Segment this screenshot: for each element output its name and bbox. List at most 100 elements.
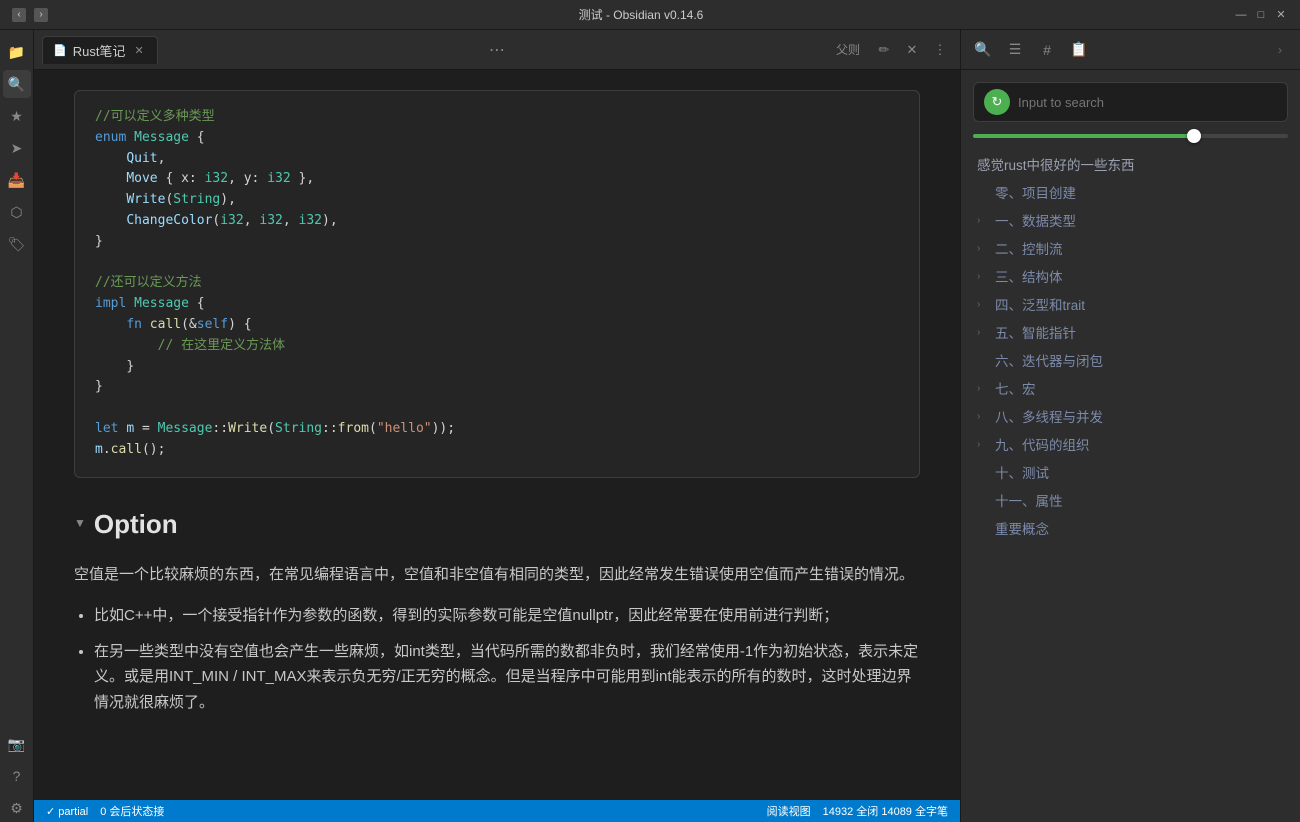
toc-area: 感觉rust中很好的一些东西 零、项目创建 › 一、数据类型 › 二、控制流 ›…	[961, 146, 1300, 822]
right-search-icon[interactable]: 🔍	[969, 36, 997, 64]
status-word-count: 14932 全闭 14089 全字笔	[823, 803, 948, 819]
tab-bar: 📄 Rust笔记 ✕ ⋯ 父则 ✏ ✕ ⋮	[34, 30, 960, 70]
toc-item-11[interactable]: 十一、属性	[961, 486, 1300, 514]
more-options-icon[interactable]: ⋮	[928, 38, 952, 62]
toc-arrow-placeholder	[977, 187, 989, 198]
toc-item-9[interactable]: › 九、代码的组织	[961, 430, 1300, 458]
toc-arrow-3: ›	[977, 271, 989, 282]
toc-arrow-8: ›	[977, 411, 989, 422]
minimize-button[interactable]: —	[1234, 8, 1248, 22]
editor-pane: 📄 Rust笔记 ✕ ⋯ 父则 ✏ ✕ ⋮ //可以定义多种类型 enum Me…	[34, 30, 960, 822]
toc-arrow-placeholder-10	[977, 467, 989, 478]
right-expand-button[interactable]: ›	[1268, 38, 1292, 62]
status-bar: ✓ partial 0 会后状态接 阅读视图 14932 全闭 14089 全字…	[34, 800, 960, 822]
toc-arrow-placeholder-12	[977, 523, 989, 534]
toc-item-10[interactable]: 十、测试	[961, 458, 1300, 486]
search-input[interactable]	[1018, 95, 1277, 110]
toc-item-0[interactable]: 零、项目创建	[961, 178, 1300, 206]
code-quit: Quit	[126, 151, 157, 166]
toc-label-2: 二、控制流	[995, 238, 1063, 258]
toc-label-3: 三、结构体	[995, 266, 1063, 286]
tab-title: Rust笔记	[73, 41, 126, 60]
tab-more-button[interactable]: ⋯	[485, 38, 509, 62]
right-hash-icon[interactable]: #	[1033, 36, 1061, 64]
code-move: Move	[126, 171, 157, 186]
tab-doc-icon: 📄	[53, 44, 67, 57]
toc-arrow-7: ›	[977, 383, 989, 394]
toc-arrow-9: ›	[977, 439, 989, 450]
sidebar-icon-tag[interactable]: 🏷	[3, 230, 31, 258]
toc-item-6[interactable]: 六、迭代器与闭包	[961, 346, 1300, 374]
toc-item-2[interactable]: › 二、控制流	[961, 234, 1300, 262]
list-item-cpp: 比如C++中，一个接受指针作为参数的函数，得到的实际参数可能是空值nullptr…	[94, 603, 920, 629]
toc-item-8[interactable]: › 八、多线程与并发	[961, 402, 1300, 430]
status-read-mode[interactable]: 阅读视图	[767, 803, 811, 819]
slider-thumb[interactable]	[1187, 129, 1201, 143]
content-area[interactable]: //可以定义多种类型 enum Message { Quit, Move { x…	[34, 70, 960, 800]
toc-label-11: 十一、属性	[995, 490, 1063, 510]
sidebar-icon-search[interactable]: 🔍	[3, 70, 31, 98]
sidebar-icon-files[interactable]: 📁	[3, 38, 31, 66]
option-heading: Option	[94, 502, 178, 546]
toc-item-12[interactable]: 重要概念	[961, 514, 1300, 542]
title-bar: ‹ › 测试 - Obsidian v0.14.6 — □ ✕	[0, 0, 1300, 30]
toc-label-5: 五、智能指针	[995, 322, 1076, 342]
search-area: ↻	[961, 70, 1300, 130]
toc-label-6: 六、迭代器与闭包	[995, 350, 1103, 370]
back-button[interactable]: ‹	[12, 8, 26, 22]
edit-icon[interactable]: ✏	[872, 38, 896, 62]
close-button[interactable]: ✕	[1274, 8, 1288, 22]
toc-item-7[interactable]: › 七、宏	[961, 374, 1300, 402]
toc-label-4: 四、泛型和trait	[995, 294, 1085, 314]
right-list-icon[interactable]: ☰	[1001, 36, 1029, 64]
maximize-button[interactable]: □	[1254, 8, 1268, 22]
title-bar-left: ‹ ›	[12, 8, 48, 22]
code-block: //可以定义多种类型 enum Message { Quit, Move { x…	[74, 90, 920, 478]
sidebar-icon-question[interactable]: ?	[3, 762, 31, 790]
code-comment-2: //还可以定义方法	[95, 275, 202, 290]
code-comment-1: //可以定义多种类型	[95, 109, 215, 124]
toc-label-8: 八、多线程与并发	[995, 406, 1103, 426]
sidebar-icon-camera[interactable]: 📷	[3, 730, 31, 758]
option-list: 比如C++中，一个接受指针作为参数的函数，得到的实际参数可能是空值nullptr…	[94, 603, 920, 715]
search-box: ↻	[973, 82, 1288, 122]
tab-close-button[interactable]: ✕	[131, 43, 146, 58]
app-body: 📁 🔍 ★ ➤ 📥 ⬡ 🏷 📷 ? ⚙ 📄 Rust笔记 ✕ ⋯ 父则 ✏ ✕ …	[0, 30, 1300, 822]
sidebar-icon-starred[interactable]: ★	[3, 102, 31, 130]
toc-arrow-placeholder-6	[977, 355, 989, 366]
forward-button[interactable]: ›	[34, 8, 48, 22]
slider-area	[961, 130, 1300, 146]
code-write: Write	[126, 192, 165, 207]
sidebar-icon-graph[interactable]: ⬡	[3, 198, 31, 226]
toolbar-label: 父则	[836, 41, 860, 58]
option-section-header: ▼ Option	[74, 502, 920, 546]
toc-label-9: 九、代码的组织	[995, 434, 1090, 454]
toc-label-7: 七、宏	[995, 378, 1036, 398]
code-enum-name: Message	[134, 130, 189, 145]
sidebar-icon-inbox[interactable]: 📥	[3, 166, 31, 194]
right-doc-icon[interactable]: 📋	[1065, 36, 1093, 64]
window-controls: — □ ✕	[1234, 8, 1288, 22]
toc-arrow-1: ›	[977, 215, 989, 226]
option-intro: 空值是一个比较麻烦的东西，在常见编程语言中，空值和非空值有相同的类型，因此经常发…	[74, 562, 920, 588]
sidebar-icon-send[interactable]: ➤	[3, 134, 31, 162]
sidebar-icons: 📁 🔍 ★ ➤ 📥 ⬡ 🏷 📷 ? ⚙	[0, 30, 34, 822]
code-changecolor: ChangeColor	[126, 213, 212, 228]
toc-item-5[interactable]: › 五、智能指针	[961, 318, 1300, 346]
sidebar-icon-settings[interactable]: ⚙	[3, 794, 31, 822]
toc-label-0: 零、项目创建	[995, 182, 1076, 202]
toc-item-3[interactable]: › 三、结构体	[961, 262, 1300, 290]
close-tab-icon[interactable]: ✕	[900, 38, 924, 62]
toc-arrow-placeholder-11	[977, 495, 989, 506]
toc-arrow-2: ›	[977, 243, 989, 254]
slider-track[interactable]	[973, 134, 1288, 138]
right-panel: 🔍 ☰ # 📋 › ↻ 感觉rust中很好的一些东西	[960, 30, 1300, 822]
status-state: 0 会后状态接	[100, 803, 164, 819]
toc-item-1[interactable]: › 一、数据类型	[961, 206, 1300, 234]
search-green-icon: ↻	[984, 89, 1010, 115]
collapse-arrow[interactable]: ▼	[74, 513, 86, 533]
toc-item-4[interactable]: › 四、泛型和trait	[961, 290, 1300, 318]
toc-label-10: 十、测试	[995, 462, 1049, 482]
tab-rust-notes[interactable]: 📄 Rust笔记 ✕	[42, 36, 158, 64]
toc-top-item[interactable]: 感觉rust中很好的一些东西	[961, 150, 1300, 178]
